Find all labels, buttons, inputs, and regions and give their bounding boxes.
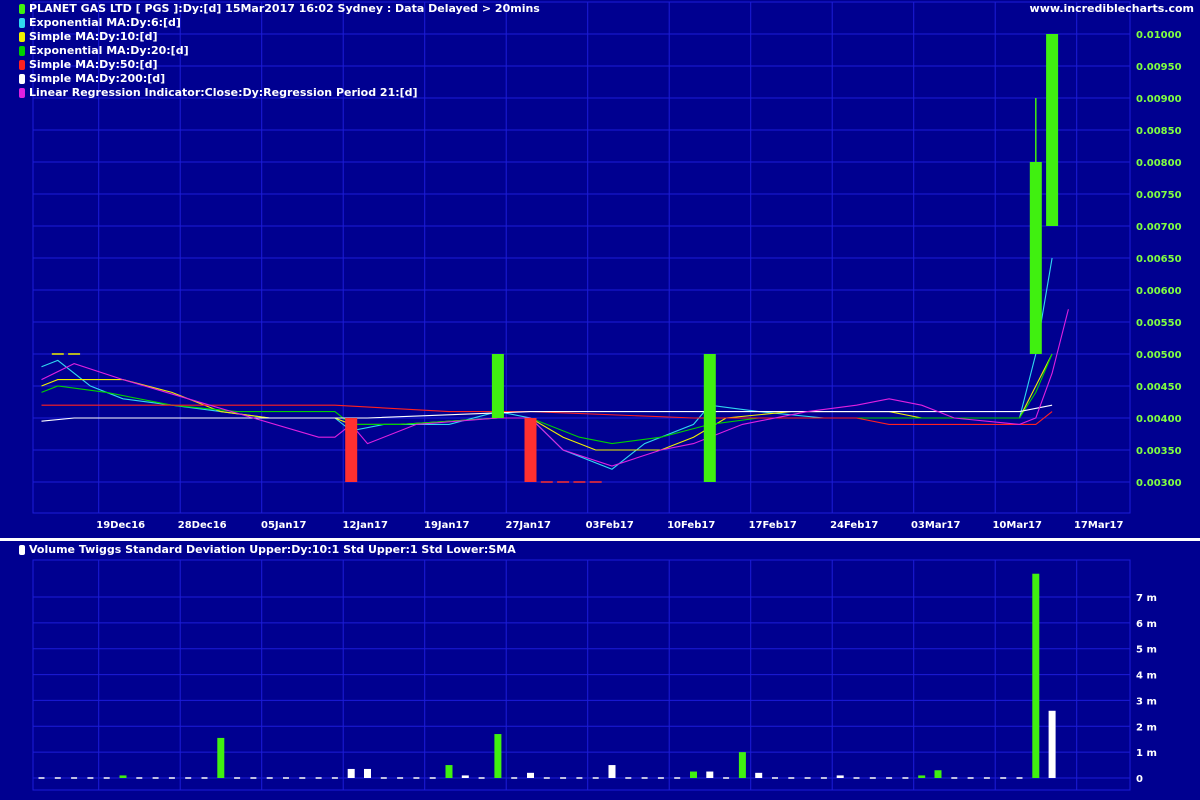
legend-swatch (19, 46, 25, 56)
legend-item: Simple MA:Dy:10:[d] (19, 30, 540, 44)
x-tick-label: 10Mar17 (992, 520, 1042, 531)
legend-label: Simple MA:Dy:10:[d] (29, 30, 158, 43)
legend-price-swatch (19, 4, 25, 14)
volume-bar (1032, 573, 1040, 778)
legend-label: Simple MA:Dy:50:[d] (29, 58, 158, 71)
y-tick-label: 0.00700 (1136, 222, 1182, 233)
volume-bar (706, 771, 714, 778)
volume-bar (364, 768, 371, 778)
volume-y-tick-label: 2 m (1136, 722, 1157, 733)
panel-divider (0, 538, 1200, 541)
volume-bar (217, 737, 225, 778)
volume-bar (347, 768, 355, 778)
legend-item: Linear Regression Indicator:Close:Dy:Reg… (19, 86, 540, 100)
y-tick-label: 0.01000 (1136, 30, 1182, 41)
x-tick-label: 19Dec16 (96, 520, 145, 531)
legend-swatch (19, 60, 25, 70)
volume-bar (494, 734, 502, 778)
volume-y-tick-label: 3 m (1136, 696, 1157, 707)
x-tick-label: 12Jan17 (342, 520, 387, 531)
x-tick-label: 19Jan17 (424, 520, 469, 531)
x-tick-label: 24Feb17 (830, 520, 878, 531)
y-tick-label: 0.00900 (1136, 94, 1182, 105)
legend-item: Exponential MA:Dy:20:[d] (19, 44, 540, 58)
series-line (41, 353, 1053, 451)
series-line (41, 353, 1053, 445)
y-tick-label: 0.00500 (1136, 350, 1182, 361)
volume-bar (527, 772, 534, 778)
legend-swatch (19, 74, 25, 84)
legend-swatch (19, 18, 25, 28)
volume-bar (608, 765, 616, 778)
legend-item: Simple MA:Dy:50:[d] (19, 58, 540, 72)
volume-legend: Volume Twiggs Standard Deviation Upper:D… (19, 543, 516, 556)
chart-title: PLANET GAS LTD [ PGS ]:Dy:[d] 15Mar2017 … (29, 2, 540, 15)
legend-swatch (19, 88, 25, 98)
candle-body (1029, 162, 1042, 354)
volume-y-tick-label: 7 m (1136, 593, 1157, 604)
x-tick-label: 05Jan17 (261, 520, 306, 531)
x-tick-label: 03Mar17 (911, 520, 961, 531)
y-tick-label: 0.00750 (1136, 190, 1182, 201)
x-tick-label: 03Feb17 (586, 520, 634, 531)
series-line (41, 309, 1069, 467)
volume-y-tick-label: 5 m (1136, 645, 1157, 656)
volume-bar (934, 770, 942, 778)
volume-legend-swatch (19, 544, 25, 555)
chart-canvas: 19Dec16 28Dec16 05Jan17 12Jan17 19Jan17 27Jan… (32, 1, 1182, 791)
candle-body (491, 354, 504, 418)
x-tick-label: 17Mar17 (1074, 520, 1124, 531)
legend: PLANET GAS LTD [ PGS ]:Dy:[d] 15Mar2017 … (19, 2, 540, 100)
legend-title-row: PLANET GAS LTD [ PGS ]:Dy:[d] 15Mar2017 … (19, 2, 540, 16)
legend-label: Linear Regression Indicator:Close:Dy:Reg… (29, 86, 418, 99)
volume-bar (690, 771, 697, 778)
x-tick-label: 17Feb17 (749, 520, 797, 531)
legend-label: Exponential MA:Dy:20:[d] (29, 44, 189, 57)
candle-body (524, 418, 537, 482)
volume-y-tick-label: 0 (1136, 774, 1143, 785)
x-tick-label: 10Feb17 (667, 520, 715, 531)
legend-item: Simple MA:Dy:200:[d] (19, 72, 540, 86)
y-tick-label: 0.00650 (1136, 254, 1182, 265)
y-tick-label: 0.00950 (1136, 62, 1182, 73)
volume-legend-label: Volume Twiggs Standard Deviation Upper:D… (29, 543, 516, 556)
volume-y-tick-label: 4 m (1136, 671, 1157, 682)
y-tick-label: 0.00850 (1136, 126, 1182, 137)
volume-bar (1048, 710, 1056, 778)
candle-body (703, 354, 716, 482)
volume-y-tick-label: 6 m (1136, 619, 1157, 630)
candle-body (1046, 34, 1059, 226)
site-label: www.incrediblecharts.com (1029, 2, 1194, 15)
volume-y-tick-label: 1 m (1136, 748, 1157, 759)
legend-swatch (19, 32, 25, 42)
y-tick-label: 0.00550 (1136, 318, 1182, 329)
y-tick-label: 0.00350 (1136, 446, 1182, 457)
volume-bar (755, 772, 763, 778)
y-tick-label: 0.00400 (1136, 414, 1182, 425)
y-tick-label: 0.00300 (1136, 478, 1182, 489)
volume-bar (836, 775, 844, 778)
candle-body (345, 418, 358, 482)
legend-label: Exponential MA:Dy:6:[d] (29, 16, 181, 29)
volume-bar (918, 775, 926, 778)
legend-item: Exponential MA:Dy:6:[d] (19, 16, 540, 30)
y-tick-label: 0.00450 (1136, 382, 1182, 393)
volume-bar (461, 775, 469, 778)
y-tick-label: 0.00600 (1136, 286, 1182, 297)
volume-bar (445, 765, 453, 778)
volume-bar (738, 752, 746, 778)
volume-bar (119, 775, 127, 778)
x-tick-label: 28Dec16 (178, 520, 227, 531)
y-tick-label: 0.00800 (1136, 158, 1182, 169)
x-tick-label: 27Jan17 (505, 520, 550, 531)
legend-label: Simple MA:Dy:200:[d] (29, 72, 166, 85)
